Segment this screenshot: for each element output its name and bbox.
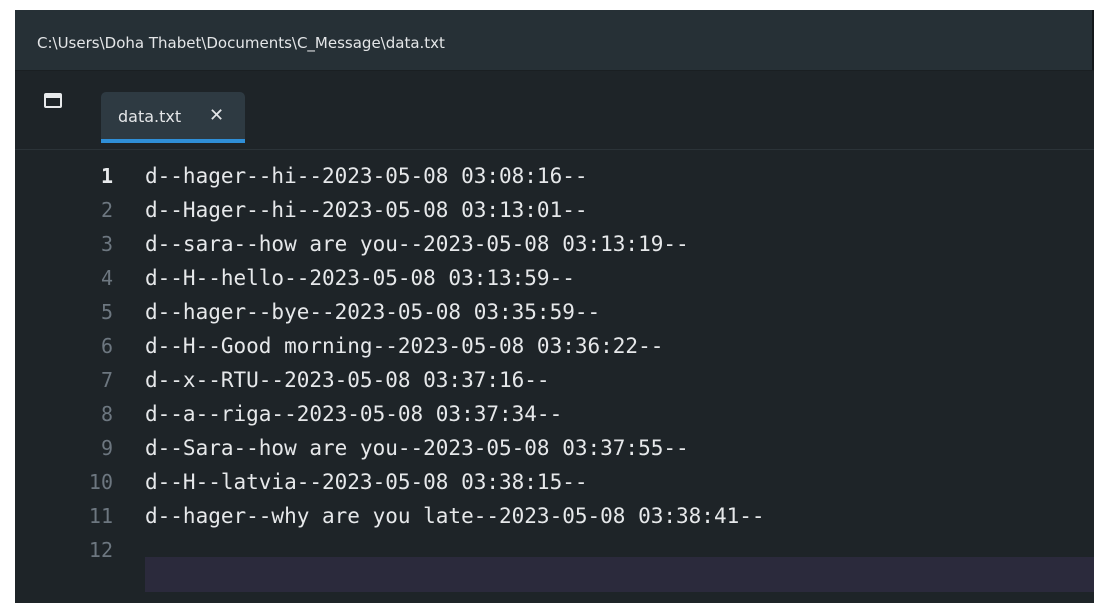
line-number: 6 <box>100 334 113 358</box>
line-number: 7 <box>100 368 113 392</box>
text-editor[interactable]: 1 d--hager--hi--2023-05-08 03:08:16-- 2 d--… <box>15 149 1094 603</box>
sidebar-toggle-icon[interactable] <box>44 93 62 108</box>
code-line[interactable]: d--Hager--hi--2023-05-08 03:13:01-- <box>145 197 588 224</box>
title-bar: C:\Users\Doha Thabet\Documents\C_Message… <box>15 10 1094 71</box>
line-number: 8 <box>100 402 113 426</box>
code-line[interactable]: d--hager--bye--2023-05-08 03:35:59-- <box>145 299 600 326</box>
line-number: 3 <box>100 232 113 256</box>
code-line[interactable]: d--Sara--how are you--2023-05-08 03:37:5… <box>145 435 689 462</box>
line-number: 11 <box>88 504 113 528</box>
code-line[interactable]: d--hager--why are you late--2023-05-08 0… <box>145 503 765 530</box>
tab-data-txt[interactable]: data.txt ✕ <box>101 92 245 143</box>
code-line[interactable]: d--sara--how are you--2023-05-08 03:13:1… <box>145 231 689 258</box>
tab-bar: data.txt ✕ <box>15 71 1094 149</box>
line-number: 5 <box>100 300 113 324</box>
line-number: 1 <box>100 164 113 188</box>
active-tab-indicator <box>101 139 245 143</box>
code-line[interactable]: d--H--hello--2023-05-08 03:13:59-- <box>145 265 575 292</box>
line-highlight <box>145 557 1094 592</box>
code-line[interactable]: d--a--riga--2023-05-08 03:37:34-- <box>145 401 562 428</box>
code-line[interactable]: d--hager--hi--2023-05-08 03:08:16-- <box>145 163 588 190</box>
code-line[interactable]: d--H--latvia--2023-05-08 03:38:15-- <box>145 469 588 496</box>
line-number: 12 <box>88 538 113 562</box>
close-icon[interactable]: ✕ <box>209 106 224 126</box>
window-title: C:\Users\Doha Thabet\Documents\C_Message… <box>37 34 445 52</box>
line-number: 10 <box>88 470 113 494</box>
line-number: 9 <box>100 436 113 460</box>
line-number: 2 <box>100 198 113 222</box>
code-line[interactable]: d--H--Good morning--2023-05-08 03:36:22-… <box>145 333 663 360</box>
editor-window: C:\Users\Doha Thabet\Documents\C_Message… <box>15 10 1094 603</box>
code-line[interactable]: d--x--RTU--2023-05-08 03:37:16-- <box>145 367 550 394</box>
tab-label: data.txt <box>118 107 182 126</box>
line-number: 4 <box>100 266 113 290</box>
